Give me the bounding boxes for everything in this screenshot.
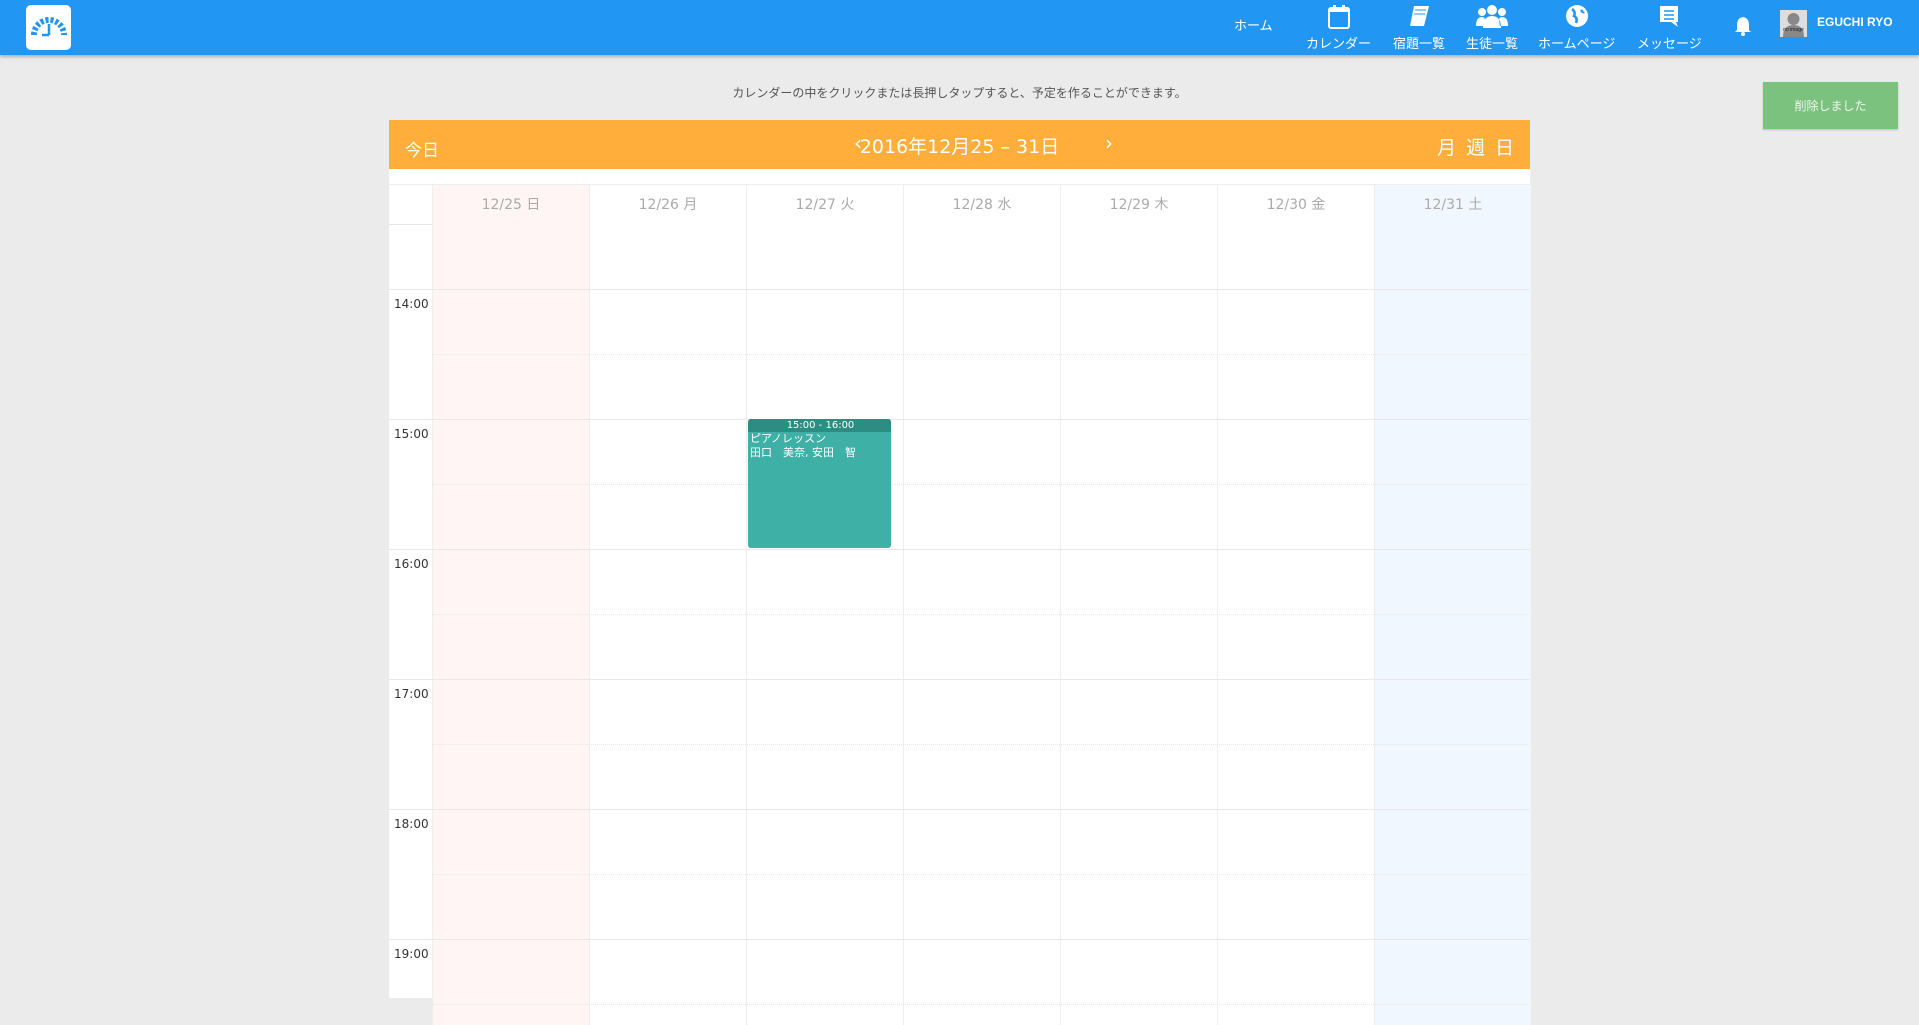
nav-home[interactable]: ホーム	[1234, 15, 1273, 34]
time-label: 15:00	[394, 427, 429, 441]
calendar-icon	[1327, 5, 1350, 29]
nav-homepage[interactable]: ホームページ	[1538, 0, 1615, 55]
message-icon	[1660, 6, 1679, 27]
time-label: 14:00	[394, 297, 429, 311]
day-header-row: 12/25 日 12/26 月 12/27 火 12/28 水 12/29 木 12/30…	[389, 184, 1531, 225]
book-icon	[1410, 6, 1429, 26]
event-people: 田口 美奈, 安田 智	[750, 446, 856, 459]
today-button[interactable]: 今日	[405, 136, 439, 161]
nav-label: メッセージ	[1637, 37, 1702, 52]
calendar: 2016年12月25 – 31日 今日 ‹ › 月 週 日 12/25 日 12/…	[389, 120, 1531, 1025]
event-title: ピアノレッスン	[750, 432, 827, 445]
nav-label: カレンダー	[1306, 37, 1372, 52]
next-week-button[interactable]: ›	[1105, 131, 1113, 155]
day-header[interactable]: 12/29 木	[1060, 185, 1217, 225]
half-hour-line	[432, 874, 1530, 875]
time-label: 16:00	[394, 557, 429, 571]
deleted-toast: 削除しました	[1763, 82, 1898, 129]
day-header[interactable]: 12/27 火	[746, 185, 903, 225]
globe-icon	[1565, 5, 1588, 27]
bell-icon[interactable]	[1733, 15, 1753, 37]
nav-label: ホームページ	[1538, 37, 1616, 52]
nav-messages[interactable]: メッセージ	[1637, 0, 1702, 55]
hour-line	[389, 549, 1530, 550]
time-label: 17:00	[394, 687, 429, 701]
half-hour-line	[432, 354, 1530, 355]
top-navbar: ホーム カレンダー 宿題一覧 生徒一覧 ホームページ メッセージ no imag…	[0, 0, 1919, 55]
time-label: 19:00	[394, 947, 429, 961]
nav-homework[interactable]: 宿題一覧	[1393, 0, 1445, 55]
hour-line	[389, 679, 1530, 680]
day-column[interactable]	[903, 225, 1060, 1025]
half-hour-line	[432, 614, 1530, 615]
day-header[interactable]: 12/28 水	[903, 185, 1060, 225]
instruction-text: カレンダーの中をクリックまたは長押しタップすると、予定を作ることができます。	[732, 86, 1187, 100]
view-week-button[interactable]: 週	[1466, 133, 1485, 160]
day-header[interactable]: 12/25 日	[432, 185, 589, 225]
nav-label: 生徒一覧	[1466, 37, 1519, 52]
hour-line	[389, 419, 1530, 420]
nav-students[interactable]: 生徒一覧	[1466, 0, 1518, 55]
day-column[interactable]	[589, 225, 746, 1025]
day-column[interactable]	[432, 225, 589, 1025]
day-column[interactable]	[746, 225, 903, 1025]
day-column[interactable]	[1217, 225, 1374, 1025]
half-hour-line	[432, 744, 1530, 745]
hour-line	[389, 289, 1530, 290]
day-header[interactable]: 12/30 金	[1217, 185, 1374, 225]
avatar-placeholder-text: no image	[1783, 27, 1804, 33]
hour-line	[389, 939, 1530, 940]
half-hour-line	[432, 484, 1530, 485]
calendar-toolbar: 2016年12月25 – 31日 今日 ‹ › 月 週 日	[389, 120, 1530, 169]
app-logo[interactable]	[26, 5, 71, 50]
week-grid[interactable]: 14:00 15:00 16:00 17:00 18:00 19:00 15:00 - 16…	[389, 225, 1531, 1025]
nav-label: 宿題一覧	[1393, 37, 1446, 52]
nav-calendar[interactable]: カレンダー	[1306, 0, 1371, 55]
event-time: 15:00 - 16:00	[748, 419, 891, 432]
day-column[interactable]	[1060, 225, 1217, 1025]
view-day-button[interactable]: 日	[1495, 133, 1514, 160]
user-name[interactable]: EGUCHI RYO	[1817, 15, 1893, 29]
time-label: 18:00	[394, 817, 429, 831]
half-hour-line	[432, 1004, 1530, 1005]
avatar[interactable]: no image	[1780, 10, 1807, 37]
users-icon	[1476, 5, 1508, 28]
day-column[interactable]	[1374, 225, 1531, 1025]
day-header[interactable]: 12/31 土	[1374, 185, 1531, 225]
calendar-event[interactable]: 15:00 - 16:00 ピアノレッスン 田口 美奈, 安田 智	[748, 419, 891, 548]
date-range-title: 2016年12月25 – 31日	[859, 136, 1060, 158]
view-month-button[interactable]: 月	[1437, 133, 1456, 160]
day-header[interactable]: 12/26 月	[589, 185, 746, 225]
prev-week-button[interactable]: ‹	[854, 131, 862, 155]
hour-line	[389, 809, 1530, 810]
